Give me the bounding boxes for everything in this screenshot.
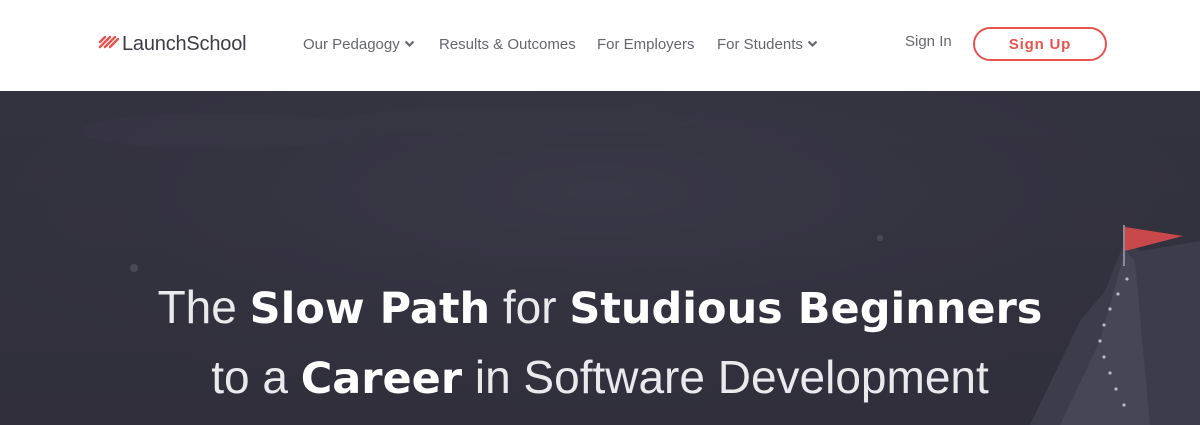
headline-bold-text: Career [300, 353, 463, 404]
nav-item-label: Our Pedagogy [303, 35, 400, 53]
sign-up-button[interactable]: Sign Up [973, 27, 1107, 61]
stripes-logo-icon [98, 36, 120, 49]
chevron-down-icon [807, 40, 818, 48]
headline-light-text: in Software Development [462, 350, 989, 403]
top-navbar: LaunchSchool Our Pedagogy Results & Outc… [0, 0, 1200, 91]
nav-item-results-outcomes[interactable]: Results & Outcomes [439, 36, 576, 53]
nav-item-for-students[interactable]: For Students [717, 36, 818, 53]
headline-light-text: to a [211, 350, 301, 403]
nav-item-label: For Employers [597, 35, 695, 53]
hero-headline-line-1: The Slow Path for Studious Beginners [0, 280, 1200, 334]
nav-item-label: For Students [717, 35, 803, 53]
chevron-down-icon [404, 40, 415, 48]
sign-in-link[interactable]: Sign In [905, 33, 952, 50]
nav-item-label: Results & Outcomes [439, 35, 576, 53]
logo-text: LaunchSchool [122, 32, 247, 55]
headline-bold-text: Slow Path [249, 283, 491, 334]
headline-light-text: The [157, 280, 250, 333]
launchschool-logo[interactable]: LaunchSchool [98, 30, 247, 58]
hero-headline-line-2: to a Career in Software Development [0, 350, 1200, 404]
headline-bold-text: Studious Beginners [569, 283, 1043, 334]
headline-light-text: for [490, 280, 570, 333]
hero-section: The Slow Path for Studious Beginners to … [0, 91, 1200, 425]
nav-item-for-employers[interactable]: For Employers [597, 36, 695, 53]
nav-item-our-pedagogy[interactable]: Our Pedagogy [303, 36, 415, 53]
